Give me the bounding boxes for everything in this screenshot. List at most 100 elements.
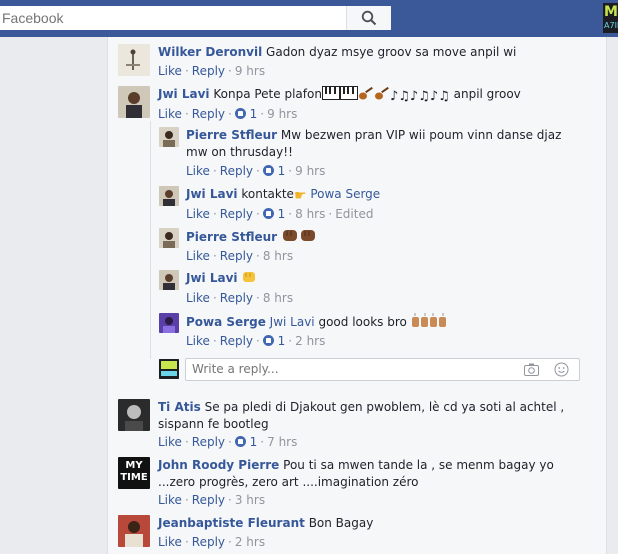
reply-input[interactable]	[186, 359, 512, 378]
page-logo[interactable]: M A7IN	[603, 3, 618, 33]
like-count[interactable]: 1	[250, 107, 258, 121]
pointing-right-emoji-icon: ☛	[293, 188, 307, 204]
like-link[interactable]: Like	[158, 535, 182, 549]
emoji-picker-icon[interactable]	[554, 362, 569, 377]
comment-time[interactable]: 8 hrs	[295, 207, 325, 221]
comment-author[interactable]: Wilker Deronvil	[158, 45, 262, 59]
separator: ·	[212, 334, 217, 348]
music-notes-emoji-icon: ♪♫	[389, 89, 410, 104]
comment-author[interactable]: Jwi Lavi	[186, 271, 238, 285]
raised-hands-emoji-icon	[411, 313, 428, 327]
search-input[interactable]	[0, 6, 342, 30]
like-count[interactable]: 1	[278, 207, 286, 221]
like-link[interactable]: Like	[186, 291, 210, 305]
comment-time[interactable]: 2 hrs	[295, 334, 325, 348]
separator: ·	[256, 334, 260, 348]
like-count-icon[interactable]	[234, 108, 246, 119]
like-link[interactable]: Like	[186, 207, 210, 221]
like-count-icon[interactable]	[262, 335, 274, 346]
guitar-emoji-icon	[358, 86, 373, 100]
comment-time[interactable]: 2 hrs	[235, 535, 265, 549]
like-count-icon[interactable]	[234, 436, 246, 447]
comment-text: Se pa pledi di Djakout gen pwoblem, lè c…	[158, 400, 565, 431]
like-count-icon[interactable]	[262, 165, 274, 176]
comment-author[interactable]: Jwi Lavi	[158, 87, 210, 101]
avatar[interactable]	[118, 515, 150, 547]
like-count[interactable]: 1	[278, 334, 286, 348]
like-link[interactable]: Like	[186, 164, 210, 178]
current-user-avatar	[159, 359, 179, 379]
comment-author[interactable]: Jeanbaptiste Fleurant	[158, 516, 305, 530]
separator: ·	[228, 535, 232, 549]
reply-link[interactable]: Reply	[220, 334, 253, 348]
avatar[interactable]	[159, 270, 179, 290]
comment-author[interactable]: Pierre Stfleur	[186, 230, 277, 244]
like-link[interactable]: Like	[186, 249, 210, 263]
comment-author[interactable]: John Roody Pierre	[158, 458, 279, 472]
avatar[interactable]: MY TIME	[118, 457, 150, 489]
separator: ·	[256, 249, 260, 263]
reply-comment: Jwi Lavi kontakte☛ Powa Serge Like · Reply…	[159, 186, 599, 222]
camera-icon[interactable]	[524, 363, 539, 376]
comment-author[interactable]: Powa Serge	[186, 315, 266, 329]
comment-time[interactable]: 9 hrs	[267, 107, 297, 121]
comment-text: kontakte	[241, 187, 294, 201]
reply-link[interactable]: Reply	[192, 107, 225, 121]
like-link[interactable]: Like	[158, 107, 182, 121]
reply-comment: Pierre Stfleur Mw bezwen pran VIP wii po…	[159, 127, 599, 178]
reply-link[interactable]: Reply	[220, 207, 253, 221]
piano-emoji-icon	[321, 86, 340, 100]
reply-link[interactable]: Reply	[220, 249, 253, 263]
comment-author[interactable]: Ti Atis	[158, 400, 201, 414]
piano-emoji-icon	[339, 86, 358, 100]
reply-link[interactable]: Reply	[192, 435, 225, 449]
mention-link[interactable]: Jwi Lavi	[270, 315, 315, 329]
separator: ·	[212, 249, 217, 263]
like-count[interactable]: 1	[250, 435, 258, 449]
edited-label[interactable]: Edited	[335, 207, 373, 221]
avatar[interactable]	[159, 228, 179, 248]
comment-time[interactable]: 9 hrs	[295, 164, 325, 178]
reply-link[interactable]: Reply	[192, 64, 225, 78]
like-count[interactable]: 1	[278, 164, 286, 178]
like-link[interactable]: Like	[158, 64, 182, 78]
avatar[interactable]	[118, 399, 150, 431]
reply-link[interactable]: Reply	[220, 291, 253, 305]
comment-time[interactable]: 8 hrs	[263, 291, 293, 305]
avatar[interactable]	[118, 44, 150, 76]
reply-composer[interactable]	[185, 358, 580, 381]
separator: ·	[228, 107, 232, 121]
search-box[interactable]	[0, 6, 346, 30]
comment-time[interactable]: 8 hrs	[263, 249, 293, 263]
separator: ·	[184, 493, 189, 507]
comment-text: Konpa Pete plafon	[213, 87, 322, 101]
separator: ·	[288, 164, 293, 178]
separator: ·	[184, 435, 189, 449]
like-count-icon[interactable]	[262, 208, 274, 219]
search-icon	[361, 10, 377, 26]
separator: ·	[212, 207, 217, 221]
search-button[interactable]	[346, 6, 391, 30]
avatar-label-line: TIME	[120, 472, 148, 483]
separator: ·	[212, 291, 217, 305]
comment-time[interactable]: 7 hrs	[267, 435, 297, 449]
avatar[interactable]	[159, 313, 179, 333]
reply-link[interactable]: Reply	[192, 493, 225, 507]
separator: ·	[256, 207, 260, 221]
separator: ·	[228, 493, 232, 507]
avatar[interactable]	[159, 186, 179, 206]
mention-link[interactable]: Powa Serge	[310, 187, 380, 201]
reply-link[interactable]: Reply	[220, 164, 253, 178]
like-link[interactable]: Like	[158, 493, 182, 507]
avatar[interactable]	[159, 127, 179, 147]
reply-link[interactable]: Reply	[192, 535, 225, 549]
comment: Ti Atis Se pa pledi di Djakout gen pwobl…	[118, 399, 598, 451]
separator: ·	[184, 64, 189, 78]
comment-time[interactable]: 3 hrs	[235, 493, 265, 507]
like-link[interactable]: Like	[158, 435, 182, 449]
comment-time[interactable]: 9 hrs	[235, 64, 265, 78]
like-link[interactable]: Like	[186, 334, 210, 348]
comment-author[interactable]: Pierre Stfleur	[186, 128, 277, 142]
avatar[interactable]	[118, 86, 150, 118]
comment-author[interactable]: Jwi Lavi	[186, 187, 238, 201]
